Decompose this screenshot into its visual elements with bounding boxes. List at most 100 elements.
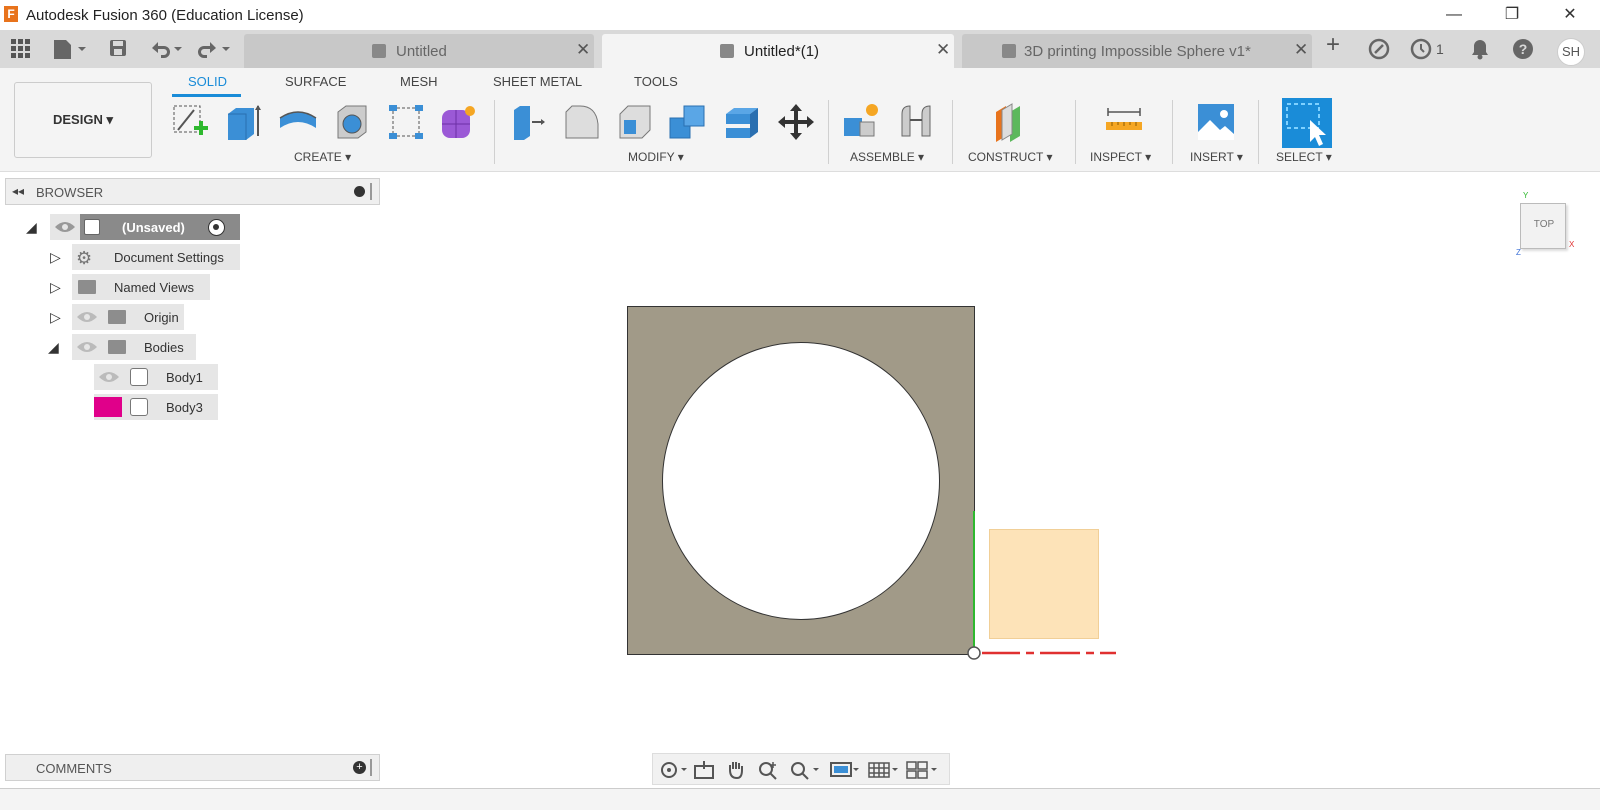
tree-item-label: Origin	[144, 310, 179, 325]
expand-arrow-icon[interactable]: ▷	[50, 249, 61, 266]
visibility-eye-icon[interactable]	[54, 220, 76, 239]
restore-button[interactable]: ❐	[1492, 4, 1532, 26]
revolve-icon[interactable]	[278, 102, 318, 142]
group-separator	[1075, 100, 1076, 164]
fillet-icon[interactable]	[562, 102, 602, 142]
job-status-icon[interactable]	[1410, 38, 1432, 60]
tab-sheet-metal[interactable]: SHEET METAL	[493, 74, 582, 89]
document-cube-icon	[372, 44, 386, 58]
tree-row-named-views[interactable]: Named Views	[72, 274, 210, 300]
new-component-icon[interactable]	[842, 102, 882, 142]
component-icon	[84, 219, 100, 235]
job-count: 1	[1436, 41, 1444, 57]
grid-settings-icon[interactable]	[867, 760, 901, 785]
activate-radio-icon[interactable]	[208, 219, 225, 236]
move-copy-icon[interactable]	[776, 102, 816, 142]
viewports-icon[interactable]	[905, 760, 945, 785]
extrude-icon[interactable]	[224, 102, 264, 142]
tab-mesh[interactable]: MESH	[400, 74, 438, 89]
browser-minimize-icon[interactable]	[354, 186, 365, 197]
shell-icon[interactable]	[332, 102, 372, 142]
group-inspect[interactable]: INSPECT ▾	[1090, 150, 1151, 164]
extensions-icon[interactable]	[1368, 38, 1390, 60]
hidden-visibility-icon[interactable]	[94, 397, 122, 417]
save-icon[interactable]	[108, 38, 128, 60]
tab-solid[interactable]: SOLID	[188, 74, 227, 89]
notifications-bell-icon[interactable]	[1470, 38, 1490, 60]
create-form-icon[interactable]	[438, 102, 478, 142]
tab-untitled-1[interactable]: Untitled*(1) ✕	[602, 34, 954, 68]
group-label: CONSTRUCT	[968, 150, 1044, 164]
chamfer-icon[interactable]	[614, 102, 654, 142]
tab-untitled[interactable]: Untitled ✕	[244, 34, 594, 68]
visibility-eye-icon[interactable]	[76, 310, 98, 329]
measure-icon[interactable]	[1104, 102, 1144, 142]
tree-row-body1[interactable]: Body1	[94, 364, 218, 390]
help-icon[interactable]: ?	[1512, 38, 1534, 60]
orbit-icon[interactable]	[659, 760, 689, 785]
combine-icon[interactable]	[668, 102, 708, 142]
timeline-bar	[0, 788, 1600, 810]
panel-pin-handle[interactable]	[370, 183, 372, 200]
circular-hole[interactable]	[662, 342, 940, 620]
zoom-window-icon[interactable]	[789, 760, 823, 785]
tree-row-bodies[interactable]: Bodies	[72, 334, 196, 360]
tab-impossible-sphere[interactable]: 3D printing Impossible Sphere v1* ✕	[962, 34, 1312, 68]
fusion-logo-icon: F	[4, 6, 18, 22]
data-panel-grid-icon[interactable]	[10, 38, 30, 60]
select-icon[interactable]	[1282, 98, 1332, 148]
workspace-switcher[interactable]: DESIGN ▾	[14, 82, 152, 158]
undo-icon[interactable]	[148, 38, 184, 60]
group-construct[interactable]: CONSTRUCT ▾	[968, 150, 1052, 164]
redo-icon[interactable]	[196, 38, 232, 60]
expand-arrow-icon[interactable]: ▷	[50, 279, 61, 296]
pan-hand-icon[interactable]	[725, 760, 747, 785]
joint-icon[interactable]	[896, 102, 936, 142]
minimize-button[interactable]: —	[1434, 4, 1474, 26]
tree-row-body3[interactable]: Body3	[94, 394, 218, 420]
body-icon	[130, 398, 148, 416]
close-window-button[interactable]: ✕	[1550, 4, 1590, 26]
tab-tools[interactable]: TOOLS	[634, 74, 678, 89]
press-pull-icon[interactable]	[508, 102, 548, 142]
workspace-label: DESIGN	[53, 112, 103, 127]
panel-pin-handle[interactable]	[370, 759, 372, 776]
group-modify[interactable]: MODIFY ▾	[628, 150, 684, 164]
document-cube-icon	[720, 44, 734, 58]
group-label: CREATE	[294, 150, 342, 164]
display-settings-icon[interactable]	[829, 760, 863, 785]
insert-image-icon[interactable]	[1196, 102, 1236, 142]
comments-title: COMMENTS	[36, 761, 112, 776]
svg-text:?: ?	[1519, 41, 1528, 57]
tab-label: Untitled*(1)	[744, 43, 820, 60]
tree-row-origin[interactable]: Origin	[72, 304, 184, 330]
group-select[interactable]: SELECT ▾	[1276, 150, 1332, 164]
visibility-eye-icon[interactable]	[76, 340, 98, 359]
file-menu-icon[interactable]	[52, 38, 86, 60]
collapse-arrow-icon[interactable]: ◢	[48, 339, 59, 356]
title-bar: F Autodesk Fusion 360 (Education License…	[0, 0, 1600, 30]
group-insert[interactable]: INSERT ▾	[1190, 150, 1243, 164]
offset-plane-icon[interactable]	[992, 102, 1032, 142]
close-tab-icon[interactable]: ✕	[1294, 40, 1308, 60]
zoom-icon[interactable]	[757, 760, 779, 785]
group-create[interactable]: CREATE ▾	[294, 150, 351, 164]
pattern-icon[interactable]	[386, 102, 426, 142]
collapse-root-icon[interactable]: ◢	[26, 219, 37, 236]
add-comment-icon[interactable]: +	[353, 761, 366, 774]
group-assemble[interactable]: ASSEMBLE ▾	[850, 150, 924, 164]
new-tab-button[interactable]: +	[1326, 33, 1340, 57]
create-sketch-icon[interactable]	[170, 102, 210, 142]
visibility-eye-icon[interactable]	[98, 370, 120, 389]
tree-row-document-settings[interactable]: ⚙ Document Settings	[72, 244, 240, 270]
root-label: (Unsaved)	[122, 220, 185, 235]
expand-arrow-icon[interactable]: ▷	[50, 309, 61, 326]
user-avatar[interactable]: SH	[1557, 38, 1585, 66]
look-at-icon[interactable]	[693, 760, 715, 785]
collapse-panel-icon[interactable]: ◂◂	[12, 184, 24, 198]
offset-face-icon[interactable]	[722, 102, 762, 142]
close-tab-icon[interactable]: ✕	[576, 40, 590, 60]
viewcube[interactable]: TOP	[1520, 203, 1566, 249]
close-tab-icon[interactable]: ✕	[936, 40, 950, 60]
tab-surface[interactable]: SURFACE	[285, 74, 346, 89]
